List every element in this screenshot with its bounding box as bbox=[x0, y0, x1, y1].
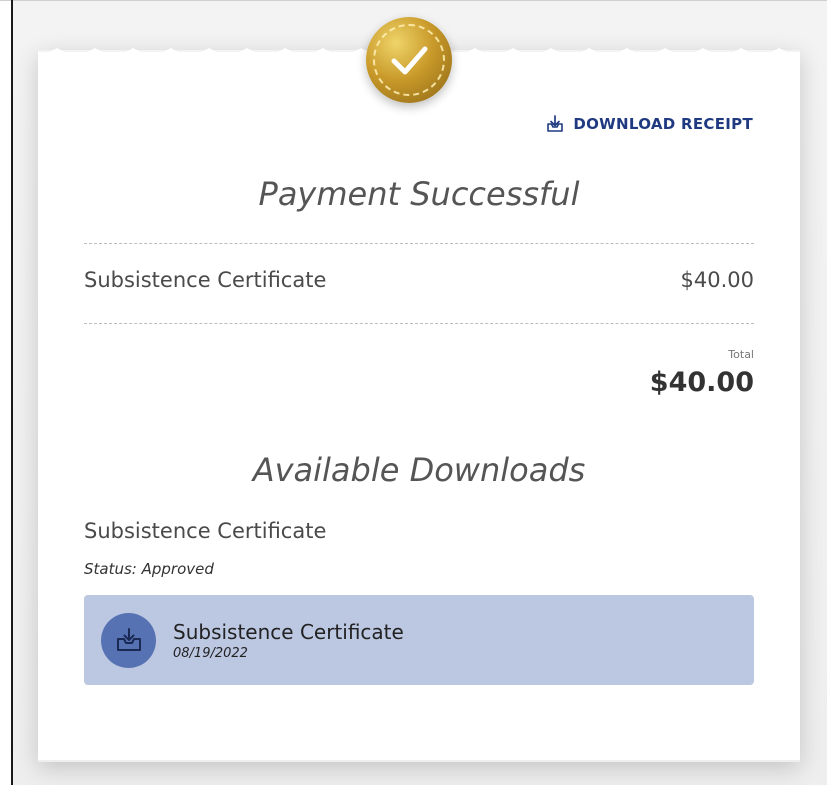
download-receipt-label: DOWNLOAD RECEIPT bbox=[573, 115, 753, 133]
file-icon-circle bbox=[101, 612, 156, 668]
file-name: Subsistence Certificate bbox=[173, 619, 404, 644]
download-tray-icon bbox=[547, 115, 564, 132]
download-receipt-button[interactable]: DOWNLOAD RECEIPT bbox=[545, 114, 753, 134]
checkmark-icon bbox=[391, 46, 428, 75]
frame-left-border bbox=[11, 0, 13, 785]
receipt-bottom-edge bbox=[38, 740, 800, 752]
file-text: Subsistence Certificate 08/19/2022 bbox=[173, 620, 404, 661]
line-item-amount: $40.00 bbox=[680, 268, 754, 292]
inbox-download-icon bbox=[116, 628, 141, 651]
total-label: Total bbox=[728, 348, 754, 361]
divider bbox=[84, 243, 754, 244]
download-item-name: Subsistence Certificate bbox=[84, 519, 327, 543]
total-value: $40.00 bbox=[649, 367, 754, 398]
success-badge bbox=[366, 17, 452, 103]
line-item-name: Subsistence Certificate bbox=[84, 268, 327, 292]
file-date: 08/19/2022 bbox=[173, 645, 248, 661]
download-file-card[interactable]: Subsistence Certificate 08/19/2022 bbox=[84, 595, 754, 685]
line-item: Subsistence Certificate $40.00 bbox=[84, 268, 754, 292]
payment-title: Payment Successful bbox=[258, 175, 580, 213]
downloads-title: Available Downloads bbox=[252, 451, 586, 489]
download-item-status: Status: Approved bbox=[84, 560, 214, 578]
divider bbox=[84, 323, 754, 324]
